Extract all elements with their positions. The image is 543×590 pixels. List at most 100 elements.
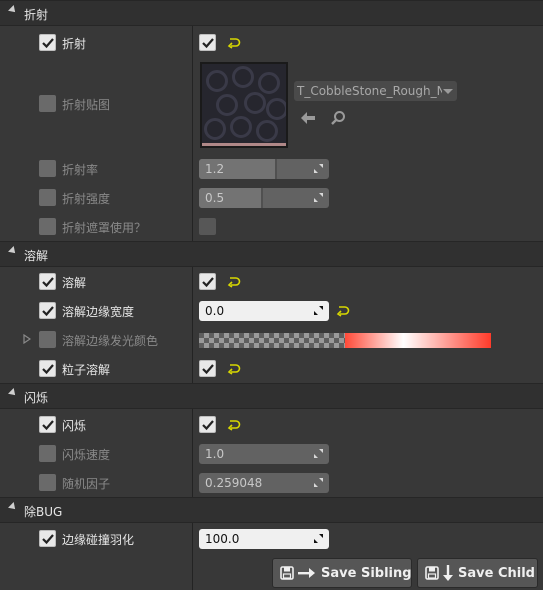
save-sibling-button[interactable]: Save Sibling <box>272 558 412 588</box>
dissolve-edge-width-spinbox[interactable]: 0.0 <box>199 301 329 321</box>
row-label: 折射 <box>62 37 87 51</box>
drag-handle-icon[interactable] <box>313 192 324 203</box>
collapse-arrow-icon[interactable] <box>8 246 18 256</box>
category-bug[interactable]: 除BUG <box>0 497 543 523</box>
random-factor-checkbox[interactable] <box>39 474 56 491</box>
collapse-arrow-icon[interactable] <box>8 502 18 512</box>
particle-dissolve-value-checkbox[interactable] <box>199 360 216 377</box>
reset-to-default-icon[interactable] <box>227 419 241 431</box>
row-particle-dissolve: 粒子溶解 <box>0 355 543 383</box>
texture-thumbnail[interactable] <box>200 62 288 148</box>
refraction-rate-spinbox[interactable]: 1.2 <box>199 159 329 179</box>
check-icon <box>202 38 214 49</box>
chevron-down-icon <box>443 89 453 94</box>
spinbox-value: 0.5 <box>205 191 225 205</box>
check-icon <box>42 277 54 288</box>
arrow-right-icon <box>298 568 315 578</box>
save-icon <box>280 566 294 580</box>
arrow-down-icon <box>443 565 453 581</box>
row-edge-collision-feather: 边缘碰撞羽化 100.0 <box>0 525 543 553</box>
row-label: 折射遮罩使用？ <box>62 221 147 235</box>
check-icon <box>202 364 214 375</box>
row-label: 闪烁 <box>62 419 87 433</box>
refraction-rate-checkbox[interactable] <box>39 160 56 177</box>
flicker-value-checkbox[interactable] <box>199 416 216 433</box>
drag-handle-icon[interactable] <box>313 533 324 544</box>
button-label: Save Sibling <box>321 566 412 581</box>
drag-handle-icon[interactable] <box>313 163 324 174</box>
random-factor-spinbox[interactable]: 0.259048 <box>199 473 329 493</box>
drag-handle-icon[interactable] <box>313 448 324 459</box>
refraction-map-checkbox[interactable] <box>39 95 56 112</box>
refraction-strength-checkbox[interactable] <box>39 189 56 206</box>
details-panel: 折射 折射 折射贴图 T_CobbleStone_Rough_N 折射率 1.2… <box>0 0 543 590</box>
refraction-value-checkbox[interactable] <box>199 34 216 51</box>
particle-dissolve-name-checkbox[interactable] <box>39 360 56 377</box>
row-label: 溶解 <box>62 276 87 290</box>
spinbox-value: 0.259048 <box>205 476 263 490</box>
row-label: 闪烁速度 <box>62 448 111 462</box>
row-label: 溶解边缘发光颜色 <box>62 334 159 348</box>
search-icon[interactable] <box>330 110 346 126</box>
button-label: Save Child <box>458 566 535 581</box>
row-refraction-mask: 折射遮罩使用？ <box>0 213 543 241</box>
refraction-mask-name-checkbox[interactable] <box>39 218 56 235</box>
check-icon <box>42 364 54 375</box>
category-label: 闪烁 <box>24 391 49 405</box>
spinbox-value: 100.0 <box>205 532 240 546</box>
row-label: 折射强度 <box>62 192 111 206</box>
row-label: 粒子溶解 <box>62 363 111 377</box>
row-label: 边缘碰撞羽化 <box>62 533 135 547</box>
row-random-factor: 随机因子 0.259048 <box>0 469 543 497</box>
category-label: 折射 <box>24 8 49 22</box>
category-flicker[interactable]: 闪烁 <box>0 383 543 409</box>
category-label: 溶解 <box>24 249 49 263</box>
refraction-mask-value-checkbox[interactable] <box>199 218 216 235</box>
category-label: 除BUG <box>24 505 63 519</box>
check-icon <box>202 420 214 431</box>
row-label: 随机因子 <box>62 477 111 491</box>
arrow-left-icon[interactable] <box>300 111 316 125</box>
drag-handle-icon[interactable] <box>313 477 324 488</box>
flicker-speed-spinbox[interactable]: 1.0 <box>199 444 329 464</box>
dissolve-edge-color-checkbox[interactable] <box>39 331 56 348</box>
row-flicker-speed: 闪烁速度 1.0 <box>0 440 543 468</box>
collapse-arrow-icon[interactable] <box>8 388 18 398</box>
color-gradient-swatch[interactable] <box>199 333 491 348</box>
row-refraction-strength: 折射强度 0.5 <box>0 184 543 212</box>
row-flicker: 闪烁 <box>0 411 543 439</box>
check-icon <box>42 534 54 545</box>
save-child-button[interactable]: Save Child <box>417 558 538 588</box>
refraction-name-checkbox[interactable] <box>39 34 56 51</box>
category-dissolve[interactable]: 溶解 <box>0 241 543 267</box>
texture-asset-combo[interactable]: T_CobbleStone_Rough_N <box>294 81 457 101</box>
row-refraction-rate: 折射率 1.2 <box>0 155 543 183</box>
spinbox-value: 1.0 <box>205 447 225 461</box>
category-refraction[interactable]: 折射 <box>0 0 543 26</box>
check-icon <box>202 277 214 288</box>
dissolve-name-checkbox[interactable] <box>39 273 56 290</box>
collapse-arrow-icon[interactable] <box>8 5 18 15</box>
row-label: 折射贴图 <box>62 98 111 112</box>
reset-to-default-icon[interactable] <box>227 363 241 375</box>
save-icon <box>425 566 439 580</box>
row-dissolve-edge-width: 溶解边缘宽度 0.0 <box>0 297 543 325</box>
refraction-strength-spinbox[interactable]: 0.5 <box>199 188 329 208</box>
flicker-speed-checkbox[interactable] <box>39 445 56 462</box>
row-refraction: 折射 <box>0 29 543 57</box>
reset-to-default-icon[interactable] <box>336 305 350 317</box>
check-icon <box>42 306 54 317</box>
edge-collision-feather-spinbox[interactable]: 100.0 <box>199 529 329 549</box>
edge-collision-feather-checkbox[interactable] <box>39 530 56 547</box>
dissolve-value-checkbox[interactable] <box>199 273 216 290</box>
check-icon <box>42 420 54 431</box>
spinbox-value: 0.0 <box>205 304 225 318</box>
check-icon <box>42 38 54 49</box>
drag-handle-icon[interactable] <box>313 305 324 316</box>
asset-name: T_CobbleStone_Rough_N <box>297 84 442 98</box>
reset-to-default-icon[interactable] <box>227 37 241 49</box>
flicker-name-checkbox[interactable] <box>39 416 56 433</box>
reset-to-default-icon[interactable] <box>227 276 241 288</box>
dissolve-edge-width-checkbox[interactable] <box>39 302 56 319</box>
expand-arrow-icon[interactable] <box>23 334 31 344</box>
